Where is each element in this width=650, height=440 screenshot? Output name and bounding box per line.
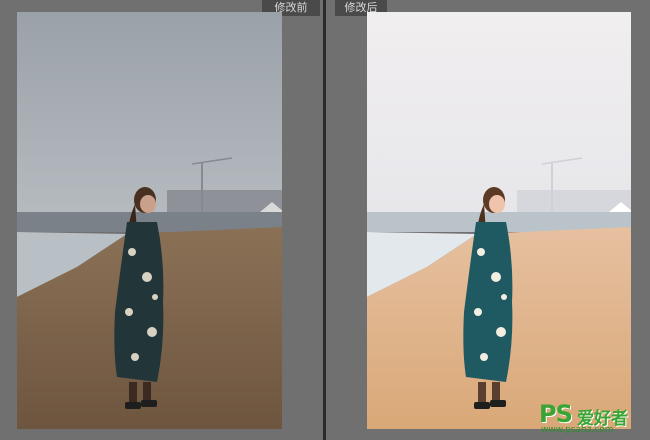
before-photo: [17, 12, 282, 429]
watermark-logo: PS 爱好者 www.psahz.com: [535, 400, 647, 436]
watermark-ps-text: PS: [539, 400, 573, 428]
after-panel: 修改后: [326, 0, 650, 440]
watermark-url-text: www.psahz.com: [541, 425, 614, 435]
after-photo: [367, 12, 631, 429]
before-panel: 修改前: [0, 0, 323, 440]
